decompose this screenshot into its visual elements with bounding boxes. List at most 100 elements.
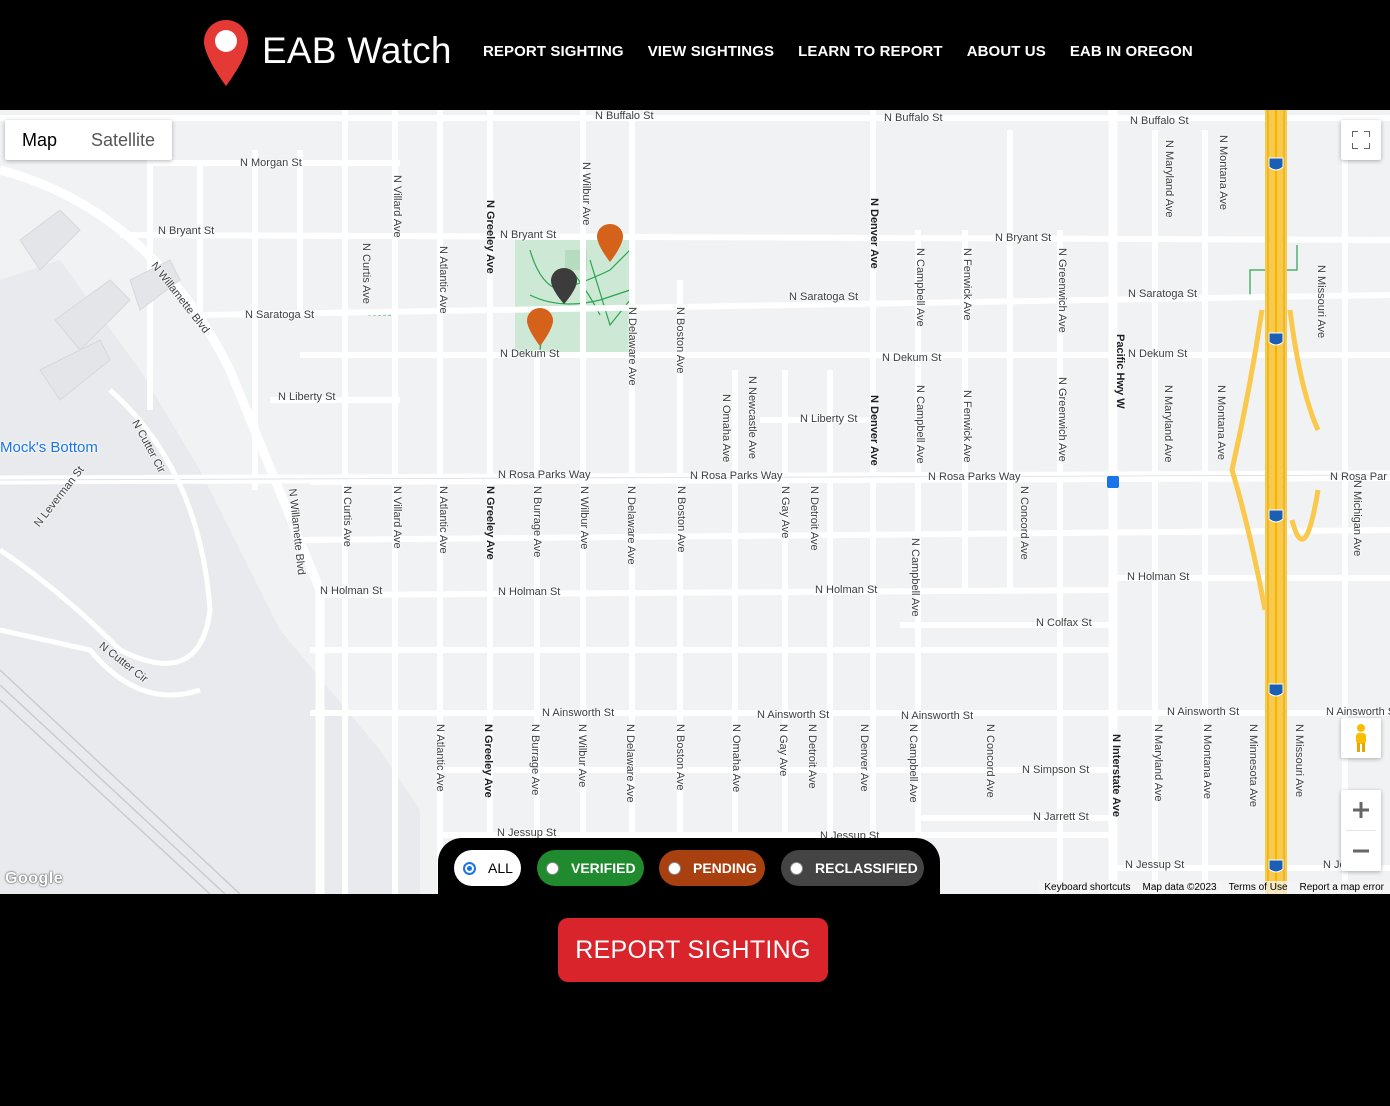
street-label: N Colfax St <box>1036 617 1092 629</box>
nav-about-us[interactable]: ABOUT US <box>967 43 1046 60</box>
street-label: N Denver Ave <box>868 198 880 269</box>
street-label: N Boston Ave <box>675 486 687 553</box>
street-label: N Denver Ave <box>858 724 870 792</box>
street-label: N Missouri Ave <box>1293 724 1305 798</box>
filter-label: VERIFIED <box>571 860 636 876</box>
poi-label[interactable]: Mock's Bottom <box>0 439 98 456</box>
zoom-in-button[interactable] <box>1341 790 1381 830</box>
street-label: N Newcastle Ave <box>746 376 758 459</box>
nav-report-sighting[interactable]: REPORT SIGHTING <box>483 43 624 60</box>
street-label: N Rosa Parks Way <box>498 469 591 481</box>
street-label: N Delaware Ave <box>626 307 638 386</box>
report-map-error-link[interactable]: Report a map error <box>1294 881 1390 894</box>
street-label: N Fenwick Ave <box>961 248 973 321</box>
street-label: N Delaware Ave <box>625 486 637 565</box>
map-type-map-button[interactable]: Map <box>5 120 74 160</box>
map-type-satellite-button[interactable]: Satellite <box>74 120 172 160</box>
site-logo[interactable]: EAB Watch <box>204 20 452 86</box>
street-label: N Atlantic Ave <box>434 724 446 792</box>
street-label: N Wilbur Ave <box>576 724 588 788</box>
street-label: N Denver Ave <box>868 395 880 466</box>
radio-button[interactable] <box>790 861 803 875</box>
filter-label: PENDING <box>693 860 757 876</box>
google-logo: Google <box>5 870 64 887</box>
map-attribution: Keyboard shortcuts Map data ©2023 Terms … <box>1038 881 1390 894</box>
nav-view-sightings[interactable]: VIEW SIGHTINGS <box>648 43 774 60</box>
street-label: N Ainsworth St <box>1167 706 1240 718</box>
nav-eab-in-oregon[interactable]: EAB IN OREGON <box>1070 43 1193 60</box>
street-label: N Holman St <box>320 585 383 597</box>
street-label: N Bryant St <box>995 232 1052 244</box>
street-label: N Buffalo St <box>1130 115 1189 127</box>
street-label: N Ainsworth St <box>542 707 615 719</box>
fullscreen-button[interactable] <box>1341 120 1381 160</box>
street-label: N Buffalo St <box>595 110 654 122</box>
filter-reclassified[interactable]: RECLASSIFIED <box>781 850 924 886</box>
street-label: N Delaware Ave <box>624 724 636 803</box>
street-label: N Minnesota Ave <box>1247 724 1259 807</box>
filter-pending[interactable]: PENDING <box>659 850 765 886</box>
street-label: N Boston Ave <box>674 307 686 374</box>
street-label: N Maryland Ave <box>1152 724 1164 802</box>
street-label: N Greenwich Ave <box>1056 377 1068 462</box>
plus-icon <box>1353 802 1369 818</box>
street-label: N Simpson St <box>1022 764 1090 776</box>
street-label: N Saratoga St <box>1128 288 1198 300</box>
street-label: N Dekum St <box>500 348 560 360</box>
sighting-pin-pending[interactable] <box>527 308 553 346</box>
radio-button[interactable] <box>668 861 681 875</box>
street-label: N Ainsworth St <box>757 709 830 721</box>
minus-icon <box>1353 849 1369 853</box>
main-nav: REPORT SIGHTING VIEW SIGHTINGS LEARN TO … <box>483 43 1217 60</box>
map-data-text: Map data ©2023 <box>1142 882 1217 893</box>
street-label: N Campbell Ave <box>909 538 921 617</box>
filter-all[interactable]: ALL <box>454 850 521 886</box>
sightings-map[interactable]: N Buffalo St N Buffalo St N Buffalo St N… <box>0 110 1390 894</box>
street-label: N Montana Ave <box>1201 724 1213 800</box>
street-label: N Dekum St <box>1128 348 1188 360</box>
terms-of-use-link[interactable]: Terms of Use <box>1223 881 1294 894</box>
street-label: N Holman St <box>498 586 561 598</box>
radio-button[interactable] <box>546 861 559 875</box>
filter-label: RECLASSIFIED <box>815 860 918 876</box>
street-label: N Gay Ave <box>777 724 789 777</box>
report-sighting-button[interactable]: REPORT SIGHTING <box>558 918 828 982</box>
street-label: N Interstate Ave <box>1110 734 1122 817</box>
street-label: N Omaha Ave <box>730 724 742 793</box>
street-label: N Concord Ave <box>984 724 996 798</box>
street-view-pegman[interactable] <box>1341 718 1381 758</box>
keyboard-shortcuts-link[interactable]: Keyboard shortcuts <box>1038 881 1136 894</box>
street-label: N Holman St <box>1127 571 1190 583</box>
street-label: N Montana Ave <box>1215 385 1227 461</box>
map-type-control: Map Satellite <box>5 120 173 160</box>
street-label: N Liberty St <box>800 413 858 425</box>
street-label: N Dekum St <box>882 352 942 364</box>
street-label: N Greeley Ave <box>482 724 494 798</box>
street-label: N Missouri Ave <box>1315 265 1327 339</box>
nav-learn-to-report[interactable]: LEARN TO REPORT <box>798 43 943 60</box>
street-label: N Campbell Ave <box>914 385 926 464</box>
sighting-pin-pending[interactable] <box>597 224 623 262</box>
street-label: N Wilbur Ave <box>578 486 590 550</box>
zoom-out-button[interactable] <box>1341 831 1381 871</box>
site-header: EAB Watch REPORT SIGHTING VIEW SIGHTINGS… <box>0 0 1390 110</box>
street-label: N Burrage Ave <box>529 724 541 796</box>
pegman-icon <box>1356 724 1366 752</box>
street-label: N Rosa Parks Way <box>690 470 783 482</box>
street-label: N Liberty St <box>278 391 336 403</box>
street-label: N Fenwick Ave <box>961 390 973 463</box>
street-label: N Gay Ave <box>779 486 791 539</box>
street-label: N Ainsworth S <box>1326 706 1390 718</box>
filter-label: ALL <box>488 860 513 876</box>
filter-verified[interactable]: VERIFIED <box>537 850 644 886</box>
transit-stop-icon <box>1107 476 1119 488</box>
street-label: N Detroit Ave <box>806 724 818 789</box>
street-label: N Greeley Ave <box>484 200 496 274</box>
street-label: N Montana Ave <box>1217 135 1229 211</box>
street-label: N Curtis Ave <box>360 243 372 304</box>
radio-button[interactable] <box>463 861 476 875</box>
street-label: N Buffalo St <box>884 112 943 124</box>
sighting-pin-reclassified[interactable] <box>551 268 577 304</box>
street-label: N Bryant St <box>500 229 557 241</box>
street-label: Pacific Hwy W <box>1114 334 1126 409</box>
